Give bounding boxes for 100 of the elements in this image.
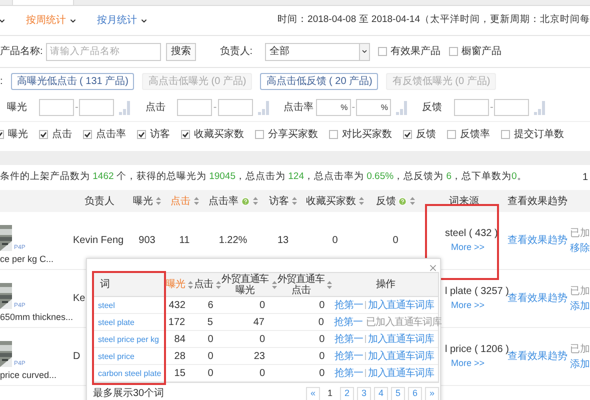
- checkbox[interactable]: [39, 130, 48, 138]
- add-keyword-link[interactable]: 加入直通车词库: [368, 332, 434, 346]
- help-icon[interactable]: [240, 196, 250, 206]
- checkbox[interactable]: [447, 130, 456, 138]
- range-field[interactable]: [79, 99, 114, 116]
- page-button[interactable]: 4: [374, 386, 388, 400]
- range-field[interactable]: [39, 99, 74, 116]
- unit-label: %: [340, 102, 348, 114]
- column-header-label: 词: [100, 279, 110, 290]
- product-title[interactable]: 650mm thicknes...: [0, 310, 72, 324]
- checkbox[interactable]: [137, 130, 146, 138]
- grab-first-link[interactable]: 抢第一: [334, 332, 363, 346]
- caret-icon[interactable]: [360, 48, 368, 55]
- quick-filter-button[interactable]: 高点击低反馈 ( 20 产品): [260, 72, 378, 90]
- checkbox[interactable]: [448, 47, 458, 56]
- more-link[interactable]: More >>: [451, 241, 505, 255]
- product-title[interactable]: ce per kg C...: [0, 252, 72, 266]
- range-separator: -: [352, 101, 356, 115]
- quick-filter-label: :: [0, 74, 3, 88]
- grab-first-link[interactable]: 抢第一: [334, 298, 363, 312]
- column-header-cell[interactable]: 外贸直通车曝光: [221, 273, 277, 296]
- help-icon[interactable]: [398, 196, 407, 206]
- tab[interactable]: 按周统计: [26, 13, 77, 28]
- add-keyword-link[interactable]: 加入直通车词库: [368, 366, 434, 380]
- caret-icon[interactable]: [140, 16, 148, 24]
- sort-icon[interactable]: [359, 197, 364, 205]
- checkbox[interactable]: [181, 130, 190, 138]
- action-link[interactable]: 移除: [570, 240, 590, 256]
- page-button[interactable]: 5: [391, 386, 405, 400]
- trend-link[interactable]: 查看效果趋势: [508, 291, 568, 306]
- owner-name: Kevin Feng: [73, 234, 124, 248]
- table-cell-text: 11: [179, 234, 190, 248]
- checkbox-label: 点击率: [96, 128, 126, 142]
- column-header-label: 收藏买家数: [306, 194, 356, 208]
- action-link[interactable]: 添加: [570, 298, 590, 314]
- unit-label: %: [380, 102, 388, 114]
- table-cell: 15: [174, 368, 186, 378]
- page-button[interactable]: 6: [408, 386, 422, 400]
- add-keyword-link[interactable]: 已加入直通车词库: [366, 314, 442, 330]
- grab-first-link[interactable]: 抢第一: [334, 348, 363, 364]
- caret-icon[interactable]: [0, 16, 6, 24]
- checkbox[interactable]: [378, 47, 387, 56]
- checkbox[interactable]: [83, 130, 92, 138]
- sort-icon[interactable]: [194, 197, 198, 205]
- page-button[interactable]: 1: [323, 386, 337, 400]
- page-button[interactable]: 3: [357, 386, 371, 400]
- add-keyword-link[interactable]: 加入直通车词库: [368, 298, 434, 312]
- summary-text: 条件的上架产品数为 1462 个，获得的总曝光为 19045，总点击为 124，总点击率为 0.65%，总反馈为 6，总下单数为0。: [0, 170, 527, 184]
- range-field[interactable]: %: [356, 99, 392, 116]
- bar-chart-icon[interactable]: [119, 100, 132, 114]
- table-cell: 0: [259, 368, 265, 378]
- column-header-label: 外贸直通车点击: [277, 274, 324, 296]
- checkbox[interactable]: [255, 130, 264, 138]
- range-field[interactable]: [177, 99, 212, 116]
- range-field[interactable]: [218, 99, 253, 116]
- action-link[interactable]: 添加: [570, 356, 590, 372]
- product-name-field[interactable]: 请输入产品名称: [46, 42, 161, 60]
- range-field[interactable]: [454, 99, 490, 116]
- column-header-label: 曝光: [133, 194, 153, 208]
- tab[interactable]: 按月统计: [97, 13, 148, 28]
- grab-first-link[interactable]: 抢第一: [334, 366, 363, 380]
- checkbox-label: 提交订单数: [514, 128, 564, 142]
- trend-link[interactable]: 查看效果趋势: [508, 349, 568, 364]
- range-field[interactable]: [494, 99, 530, 116]
- trend-link[interactable]: 查看效果趋势: [508, 233, 568, 248]
- page-button[interactable]: »: [425, 386, 439, 400]
- table-cell: 28: [174, 350, 186, 362]
- bar-chart-icon[interactable]: [258, 100, 270, 114]
- sort-icon[interactable]: [292, 197, 297, 205]
- caret-icon[interactable]: [69, 16, 77, 24]
- quick-filter-button[interactable]: 高曝光低点击 ( 131 产品): [10, 72, 134, 90]
- checkbox-label: 分享买家数: [268, 128, 318, 142]
- page-button[interactable]: 2: [340, 386, 354, 400]
- keyword-link[interactable]: steel price: [98, 352, 134, 360]
- checkbox[interactable]: [403, 130, 412, 138]
- search-button[interactable]: 搜索: [166, 42, 196, 60]
- table-cell: 84: [174, 334, 186, 344]
- checkbox-label: 有效果产品: [390, 44, 441, 59]
- checkbox[interactable]: [329, 130, 338, 138]
- column-header-cell[interactable]: 外贸直通车点击: [276, 273, 333, 296]
- more-link[interactable]: More >>: [451, 357, 505, 371]
- sort-icon[interactable]: [410, 197, 415, 205]
- owner-select[interactable]: 全部: [264, 42, 370, 60]
- bar-chart-icon[interactable]: [534, 100, 546, 114]
- page-button[interactable]: «: [306, 386, 320, 400]
- more-link[interactable]: More >>: [451, 299, 505, 313]
- checkbox[interactable]: [501, 130, 510, 138]
- product-title[interactable]: price curved...: [0, 368, 72, 382]
- owner-name: D: [73, 350, 80, 364]
- keyword-link[interactable]: steel: [98, 300, 115, 310]
- range-field[interactable]: %: [316, 99, 351, 116]
- keyword-link[interactable]: steel price per kg: [98, 334, 159, 344]
- grab-first-link[interactable]: 抢第一: [334, 314, 362, 330]
- sort-icon[interactable]: [156, 197, 161, 205]
- bar-chart-icon[interactable]: [396, 100, 408, 114]
- close-icon[interactable]: [428, 263, 438, 273]
- keyword-link[interactable]: carbon steel plate: [98, 368, 162, 378]
- keyword-link[interactable]: steel plate: [98, 318, 134, 326]
- add-keyword-link[interactable]: 加入直通车词库: [368, 348, 434, 364]
- sort-icon[interactable]: [252, 197, 258, 205]
